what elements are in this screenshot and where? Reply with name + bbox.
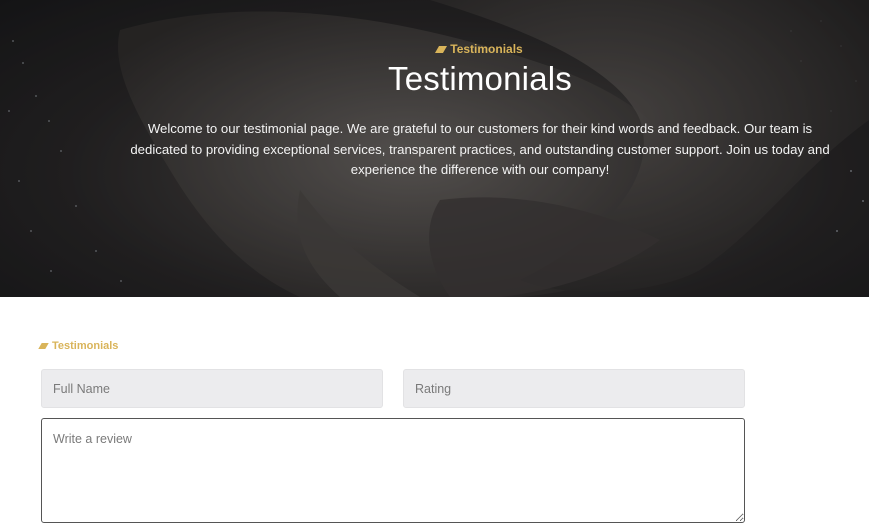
tag-marker-icon [38, 343, 49, 349]
form-tag-label: Testimonials [52, 340, 119, 352]
hero-section-tag: Testimonials [0, 42, 869, 56]
page-title: Testimonials [388, 60, 572, 97]
rating-input[interactable] [403, 369, 745, 408]
hero-content: Testimonials Testimonials Welcome to our… [0, 0, 869, 297]
testimonial-form-section: Testimonials [0, 297, 869, 525]
form-section-tag: Testimonials [38, 340, 119, 352]
hero-tag-label: Testimonials [450, 42, 523, 56]
hero-banner: Testimonials Testimonials Welcome to our… [0, 0, 869, 297]
hero-description: Welcome to our testimonial page. We are … [130, 121, 830, 177]
full-name-input[interactable] [41, 369, 383, 408]
review-textarea[interactable] [41, 418, 745, 523]
tag-marker-icon [435, 46, 448, 53]
